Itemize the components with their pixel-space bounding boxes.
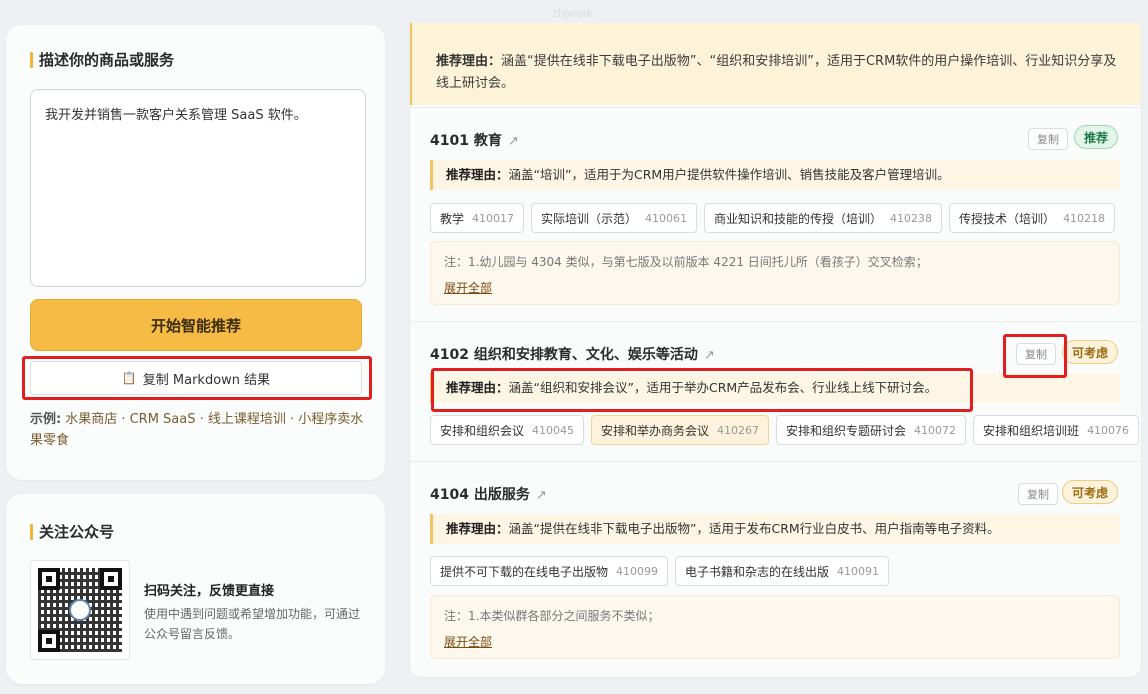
examples-label: 示例: [30, 412, 62, 427]
scan-description: 使用中遇到问题或希望增加功能，可通过公众号留言反馈。 [144, 607, 361, 641]
qr-finder-icon [38, 630, 60, 652]
note-text: 注：1.幼儿园与 4304 类似，与第七版及以前版本 4221 日间托儿所（看孩… [444, 255, 928, 269]
note-box: 注：1.幼儿园与 4304 类似，与第七版及以前版本 4221 日间托儿所（看孩… [430, 241, 1120, 305]
external-link-icon[interactable]: ↗ [704, 348, 715, 363]
class-title-text[interactable]: 4102 组织和安排教育、文化、娱乐等活动 [430, 347, 698, 363]
tag-list: 安排和组织会议 410045 安排和举办商务会议 410267 安排和组织专题研讨会… [430, 415, 1140, 445]
consider-badge: 可考虑 [1062, 480, 1119, 504]
start-recommend-button[interactable]: 开始智能推荐 [30, 299, 362, 351]
watermark: zhjwork [552, 6, 593, 20]
qr-code [30, 560, 130, 660]
top-reason-label: 推荐理由： [436, 54, 502, 69]
reason-text: 涵盖“提供在线非下载电子出版物”，适用于发布CRM行业白皮书、用户指南等电子资料… [508, 521, 1000, 536]
describe-card: 描述你的商品或服务 开始智能推荐 📋 复制 Markdown 结果 示例:水果商… [6, 25, 385, 480]
reason-label: 推荐理由： [446, 167, 509, 182]
class-card-4101: 4101 教育 ↗ 复制 推荐 推荐理由：涵盖“培训”，适用于为CRM用户提供软件… [410, 107, 1141, 324]
expand-all-link[interactable]: 展开全部 [444, 632, 492, 652]
reason-text: 涵盖“培训”，适用于为CRM用户提供软件操作培训、销售技能及客户管理培训。 [508, 167, 950, 182]
examples: 示例: 水果商店 · CRM SaaS · 线上课程培训 · 小程序卖水果零食 [30, 409, 370, 451]
service-tag[interactable]: 教学 410017 [430, 203, 525, 233]
describe-title: 描述你的商品或服务 [30, 51, 174, 69]
external-link-icon[interactable]: ↗ [536, 488, 547, 503]
scan-title: 扫码关注，反馈更直接 [144, 584, 275, 599]
reason: 推荐理由：涵盖“培训”，适用于为CRM用户提供软件操作培训、销售技能及客户管理培… [430, 160, 1120, 190]
copy-markdown-label: 复制 Markdown 结果 [142, 372, 271, 388]
tag-list: 提供不可下载的在线电子出版物 410099 电子书籍和杂志的在线出版 410091 [430, 556, 890, 586]
service-tag[interactable]: 电子书籍和杂志的在线出版 410091 [675, 556, 890, 586]
clipboard-icon: 📋 [121, 371, 137, 385]
expand-all-link[interactable]: 展开全部 [444, 278, 492, 298]
tag-list: 教学 410017 实际培训（示范） 410061 商业知识和技能的传授（培训） 41… [430, 203, 1116, 233]
class-title: 4101 教育 ↗ [430, 130, 519, 150]
copy-button[interactable]: 复制 [1016, 343, 1056, 365]
results-panel: 推荐理由：涵盖“提供在线非下载电子出版物”、“组织和安排培训”，适用于CRM软件… [409, 23, 1142, 678]
class-title-text[interactable]: 4104 出版服务 [430, 487, 530, 503]
copy-button[interactable]: 复制 [1018, 483, 1058, 505]
qr-finder-icon [38, 568, 60, 590]
qr-finder-icon [100, 568, 122, 590]
service-tag[interactable]: 商业知识和技能的传授（培训） 410238 [704, 203, 943, 233]
service-tag[interactable]: 实际培训（示范） 410061 [531, 203, 698, 233]
qr-logo-icon [69, 599, 91, 621]
service-tag[interactable]: 安排和组织专题研讨会 410072 [776, 415, 967, 445]
reason: 推荐理由：涵盖“提供在线非下载电子出版物”，适用于发布CRM行业白皮书、用户指南… [430, 514, 1120, 544]
description-input[interactable] [30, 89, 366, 287]
examples-links[interactable]: 水果商店 · CRM SaaS · 线上课程培训 · 小程序卖水果零食 [30, 412, 363, 448]
recommend-badge: 推荐 [1074, 125, 1119, 149]
service-tag-highlighted[interactable]: 安排和举办商务会议 410267 [591, 415, 770, 445]
class-card-4102: 4102 组织和安排教育、文化、娱乐等活动 ↗ 复制 可考虑 推荐理由：涵盖“组织… [410, 321, 1141, 462]
class-title: 4102 组织和安排教育、文化、娱乐等活动 ↗ [430, 344, 715, 364]
reason-label: 推荐理由： [446, 521, 509, 536]
wechat-card: 关注公众号 扫码关注，反馈更直接 使用中遇到问题或希望增加功能，可通过公众号留言… [6, 494, 385, 684]
consider-badge: 可考虑 [1062, 340, 1119, 364]
copy-markdown-button[interactable]: 📋 复制 Markdown 结果 [30, 361, 362, 395]
class-title-text[interactable]: 4101 教育 [430, 133, 502, 149]
service-tag[interactable]: 传授技术（培训） 410218 [949, 203, 1116, 233]
top-reason-text: 涵盖“提供在线非下载电子出版物”、“组织和安排培训”，适用于CRM软件的用户操作… [436, 54, 1117, 91]
reason-text: 涵盖“组织和安排会议”，适用于举办CRM产品发布会、行业线上线下研讨会。 [508, 380, 938, 395]
service-tag[interactable]: 安排和组织会议 410045 [430, 415, 585, 445]
class-card-4104: 4104 出版服务 ↗ 复制 可考虑 推荐理由：涵盖“提供在线非下载电子出版物”，… [410, 461, 1141, 677]
wechat-title: 关注公众号 [30, 523, 114, 541]
note-box: 注：1.本类似群各部分之间服务不类似； 展开全部 [430, 595, 1120, 659]
reason: 推荐理由：涵盖“组织和安排会议”，适用于举办CRM产品发布会、行业线上线下研讨会… [430, 373, 1120, 403]
reason-label: 推荐理由： [446, 380, 509, 395]
service-tag[interactable]: 提供不可下载的在线电子出版物 410099 [430, 556, 669, 586]
copy-button[interactable]: 复制 [1028, 128, 1068, 150]
top-reason: 推荐理由：涵盖“提供在线非下载电子出版物”、“组织和安排培训”，适用于CRM软件… [410, 23, 1141, 105]
service-tag[interactable]: 安排和组织培训班 410076 [973, 415, 1140, 445]
class-title: 4104 出版服务 ↗ [430, 484, 547, 504]
note-text: 注：1.本类似群各部分之间服务不类似； [444, 609, 660, 623]
external-link-icon[interactable]: ↗ [508, 134, 519, 149]
